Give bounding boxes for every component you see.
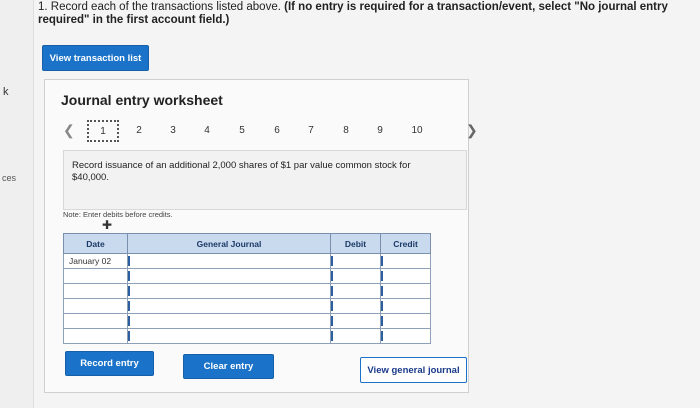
- header-debit: Debit: [330, 233, 381, 254]
- question-prefix: 1. Record each of the transactions liste…: [38, 1, 285, 13]
- input-marker: [381, 331, 383, 342]
- credit-input[interactable]: [380, 268, 431, 284]
- question-text: 1. Record each of the transactions liste…: [38, 1, 690, 27]
- page-8[interactable]: 8: [336, 125, 356, 136]
- input-marker: [381, 271, 383, 282]
- input-marker: [381, 316, 383, 327]
- table-row: [63, 268, 431, 284]
- plus-cursor-icon: ✚: [102, 218, 113, 232]
- account-select[interactable]: [127, 328, 331, 344]
- credit-input[interactable]: [380, 313, 431, 329]
- page-1[interactable]: 1: [87, 120, 119, 142]
- clear-entry-button[interactable]: Clear entry: [183, 354, 274, 379]
- account-select[interactable]: [127, 298, 331, 314]
- input-marker: [128, 301, 130, 312]
- debit-input[interactable]: [330, 328, 381, 344]
- journal-entry-worksheet: Journal entry worksheet ❮ 1 2 3 4 5 6 7 …: [44, 79, 478, 393]
- header-credit: Credit: [380, 233, 431, 254]
- account-select[interactable]: [127, 283, 331, 299]
- account-select[interactable]: [127, 268, 331, 284]
- page-2[interactable]: 2: [129, 125, 149, 136]
- date-cell[interactable]: January 02: [63, 253, 128, 269]
- input-marker: [381, 256, 383, 267]
- debit-input[interactable]: [330, 253, 381, 269]
- left-gutter: k ces: [0, 0, 34, 408]
- credit-input[interactable]: [380, 328, 431, 344]
- header-date: Date: [63, 233, 128, 254]
- input-marker: [381, 301, 383, 312]
- date-cell[interactable]: [63, 283, 128, 299]
- journal-header-row: Date General Journal Debit Credit: [63, 233, 431, 254]
- page-3[interactable]: 3: [163, 125, 183, 136]
- view-general-journal-button[interactable]: View general journal: [360, 357, 467, 383]
- input-marker: [331, 286, 333, 297]
- record-entry-button[interactable]: Record entry: [65, 351, 154, 376]
- header-general-journal: General Journal: [127, 233, 331, 254]
- input-marker: [331, 271, 333, 282]
- input-marker: [331, 316, 333, 327]
- input-marker: [128, 256, 130, 267]
- journal-table: Date General Journal Debit Credit Januar…: [63, 233, 431, 344]
- date-cell[interactable]: [63, 313, 128, 329]
- entry-note: Note: Enter debits before credits.: [63, 210, 173, 219]
- account-select[interactable]: [127, 253, 331, 269]
- transaction-description: Record issuance of an additional 2,000 s…: [72, 160, 411, 183]
- date-cell[interactable]: [63, 298, 128, 314]
- gutter-text-ces: ces: [2, 173, 17, 183]
- input-marker: [128, 286, 130, 297]
- table-row: [63, 313, 431, 329]
- transaction-pager: ❮ 1 2 3 4 5 6 7 8 9 10 ❯: [61, 119, 478, 145]
- table-row: [63, 283, 431, 299]
- credit-input[interactable]: [380, 283, 431, 299]
- credit-input[interactable]: [380, 253, 431, 269]
- input-marker: [331, 331, 333, 342]
- credit-input[interactable]: [380, 298, 431, 314]
- debit-input[interactable]: [330, 283, 381, 299]
- input-marker: [381, 286, 383, 297]
- page-7[interactable]: 7: [301, 125, 321, 136]
- input-marker: [128, 271, 130, 282]
- page-10[interactable]: 10: [407, 125, 427, 136]
- debit-input[interactable]: [330, 313, 381, 329]
- table-row: [63, 328, 431, 344]
- page-4[interactable]: 4: [197, 125, 217, 136]
- page-6[interactable]: 6: [267, 125, 287, 136]
- page-5[interactable]: 5: [232, 125, 252, 136]
- page-9[interactable]: 9: [370, 125, 390, 136]
- gutter-text-k: k: [3, 86, 9, 98]
- date-cell[interactable]: [63, 328, 128, 344]
- input-marker: [128, 316, 130, 327]
- debit-input[interactable]: [330, 268, 381, 284]
- table-row: [63, 298, 431, 314]
- debit-input[interactable]: [330, 298, 381, 314]
- input-marker: [331, 301, 333, 312]
- chevron-left-icon[interactable]: ❮: [63, 122, 75, 139]
- chevron-right-icon[interactable]: ❯: [466, 122, 478, 139]
- input-marker: [331, 256, 333, 267]
- view-transaction-list-button[interactable]: View transaction list: [42, 45, 149, 71]
- input-marker: [128, 331, 130, 342]
- table-row: January 02: [63, 253, 431, 269]
- date-cell[interactable]: [63, 268, 128, 284]
- account-select[interactable]: [127, 313, 331, 329]
- worksheet-title: Journal entry worksheet: [61, 92, 223, 108]
